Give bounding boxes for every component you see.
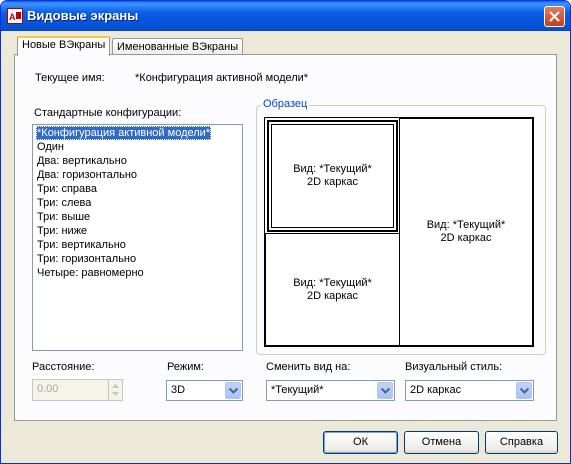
list-item[interactable]: Три: вертикально <box>36 238 127 252</box>
spacing-input[interactable]: 0.00 <box>32 379 109 401</box>
preview-group-label: Образец <box>261 98 310 110</box>
standard-configs-label: Стандартные конфигурации: <box>34 107 182 119</box>
visual-style-value: 2D каркас <box>410 384 462 396</box>
list-item[interactable]: Четыре: равномерно <box>36 266 145 280</box>
close-button[interactable] <box>544 6 565 27</box>
change-view-label: Сменить вид на: <box>266 361 351 373</box>
standard-configs-list[interactable]: *Конфигурация активной модели* Один Два:… <box>32 124 243 351</box>
viewport-top-left[interactable]: Вид: *Текущий* 2D каркас <box>267 120 398 232</box>
current-name-label: Текущее имя: <box>35 72 105 84</box>
spacing-label: Расстояние: <box>32 361 95 373</box>
viewport-view-label: Вид: *Текущий* <box>293 276 372 289</box>
list-item[interactable]: Два: горизонтально <box>36 168 138 182</box>
svg-text:A: A <box>9 12 16 22</box>
list-item[interactable]: Три: слева <box>36 196 92 210</box>
cancel-button[interactable]: Отмена <box>404 431 479 454</box>
visual-style-select[interactable]: 2D каркас <box>405 380 534 401</box>
viewport-view-label: Вид: *Текущий* <box>293 163 372 175</box>
list-item[interactable]: *Конфигурация активной модели* <box>36 126 212 140</box>
chevron-down-icon[interactable] <box>516 382 532 399</box>
help-button[interactable]: Справка <box>485 431 558 454</box>
mode-select[interactable]: 3D <box>166 380 243 401</box>
chevron-down-icon[interactable] <box>225 382 241 399</box>
viewports-dialog: A Видовые экраны Новые ВЭкраны Именованн… <box>0 0 571 464</box>
list-item[interactable]: Один <box>36 140 65 154</box>
list-item[interactable]: Два: вертикально <box>36 154 128 168</box>
ok-button[interactable]: ОК <box>323 431 398 454</box>
viewport-preview[interactable]: Вид: *Текущий* 2D каркас Вид: *Текущий* … <box>264 117 534 347</box>
mode-value: 3D <box>171 384 186 396</box>
mode-label: Режим: <box>167 361 204 373</box>
viewport-right[interactable]: Вид: *Текущий* 2D каркас <box>399 118 533 346</box>
chevron-down-icon[interactable] <box>377 382 393 399</box>
list-item[interactable]: Три: выше <box>36 210 91 224</box>
viewport-bottom-left[interactable]: Вид: *Текущий* 2D каркас <box>265 233 400 346</box>
list-item[interactable]: Три: ниже <box>36 224 88 238</box>
viewport-style-label: 2D каркас <box>306 289 359 302</box>
window-title: Видовые экраны <box>27 8 139 23</box>
change-view-select[interactable]: *Текущий* <box>266 380 395 401</box>
list-item[interactable]: Три: горизонтально <box>36 252 137 266</box>
spacing-spinner[interactable] <box>108 379 123 401</box>
title-bar[interactable]: A Видовые экраны <box>1 1 570 31</box>
current-name-value: *Конфигурация активной модели* <box>135 72 309 84</box>
list-item[interactable]: Три: справа <box>36 182 98 196</box>
autocad-icon: A <box>7 8 23 24</box>
viewport-view-label: Вид: *Текущий* <box>426 219 506 231</box>
viewport-style-label: 2D каркас <box>306 176 359 188</box>
visual-style-label: Визуальный стиль: <box>405 361 503 373</box>
tab-new-viewports[interactable]: Новые ВЭкраны <box>17 36 111 56</box>
viewport-style-label: 2D каркас <box>440 232 492 244</box>
change-view-value: *Текущий* <box>271 384 324 396</box>
